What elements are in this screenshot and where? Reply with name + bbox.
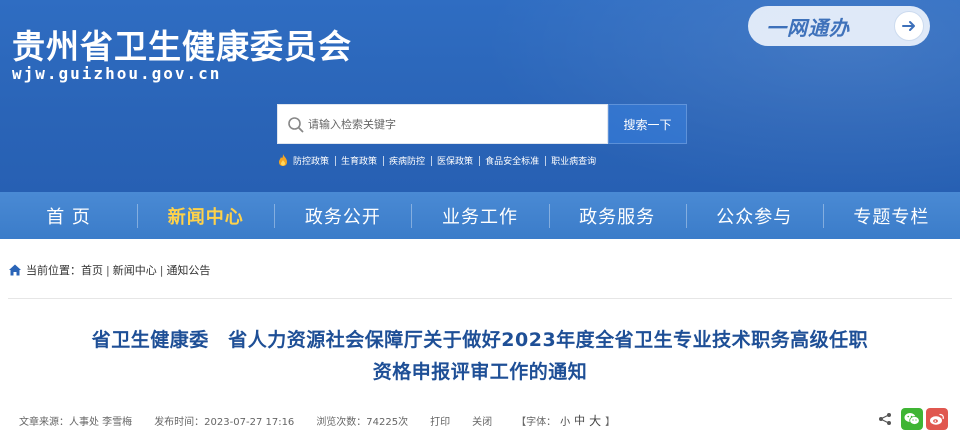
breadcrumb: 当前位置： 首页 | 新闻中心 | 通知公告 bbox=[8, 260, 210, 280]
nav-item-topics[interactable]: 专题专栏 bbox=[822, 192, 960, 239]
hot-word-item[interactable]: 医保政策 bbox=[431, 154, 479, 167]
fire-icon bbox=[279, 154, 287, 166]
hot-word-item[interactable]: 职业病查询 bbox=[545, 154, 602, 167]
search-input[interactable] bbox=[308, 105, 604, 143]
share-group bbox=[878, 408, 948, 430]
article-view-count: 浏览次数：74225次 bbox=[316, 416, 409, 428]
nav-item-home[interactable]: 首 页 bbox=[0, 192, 137, 239]
main-nav: 首 页 新闻中心 政务公开 业务工作 政务服务 公众参与 专题专栏 bbox=[0, 192, 960, 239]
one-net-button[interactable]: 一网通办 bbox=[748, 6, 930, 46]
search-icon bbox=[288, 117, 304, 133]
breadcrumb-separator: | bbox=[159, 263, 164, 277]
arrow-right-icon[interactable] bbox=[894, 11, 924, 41]
search-button[interactable]: 搜索一下 bbox=[608, 104, 687, 144]
wechat-icon[interactable] bbox=[901, 408, 923, 430]
font-size-large-button[interactable]: 大 bbox=[589, 412, 601, 429]
breadcrumb-label: 当前位置： bbox=[26, 264, 81, 277]
font-size-small-button[interactable]: 小 bbox=[560, 413, 570, 428]
article-published-time: 发布时间：2023-07-27 17:16 bbox=[154, 416, 295, 428]
font-size-medium-button[interactable]: 中 bbox=[574, 412, 585, 428]
nav-item-news[interactable]: 新闻中心 bbox=[137, 192, 274, 239]
home-icon bbox=[9, 264, 21, 276]
hot-word-item[interactable]: 防控政策 bbox=[293, 154, 335, 167]
article-meta: 文章来源：人事处 李雪梅 发布时间：2023-07-27 17:16 浏览次数：… bbox=[19, 411, 617, 429]
header-banner: 贵州省卫生健康委员会 wjw.guizhou.gov.cn 一网通办 搜索一下 … bbox=[0, 0, 960, 192]
font-size-label: 【字体： bbox=[516, 416, 557, 428]
breadcrumb-item-home[interactable]: 首页 bbox=[81, 262, 103, 278]
article-source: 文章来源：人事处 李雪梅 bbox=[19, 416, 133, 428]
hot-word-item[interactable]: 疾病防控 bbox=[383, 154, 431, 167]
search-box bbox=[277, 104, 608, 144]
share-icon[interactable] bbox=[878, 412, 892, 426]
weibo-icon[interactable] bbox=[926, 408, 948, 430]
article-title-line2: 资格申报评审工作的通知 bbox=[372, 361, 588, 383]
nav-item-participation[interactable]: 公众参与 bbox=[685, 192, 823, 239]
hot-words: 防控政策 生育政策 疾病防控 医保政策 食品安全标准 职业病查询 bbox=[277, 152, 602, 168]
divider bbox=[8, 298, 952, 299]
print-link[interactable]: 打印 bbox=[430, 413, 450, 428]
one-net-label: 一网通办 bbox=[766, 15, 850, 40]
breadcrumb-separator: | bbox=[106, 263, 110, 277]
article-title: 省卫生健康委 省人力资源社会保障厅关于做好2023年度全省卫生专业技术职务高级任… bbox=[0, 324, 960, 388]
hot-word-item[interactable]: 生育政策 bbox=[335, 154, 383, 167]
nav-item-services[interactable]: 政务服务 bbox=[548, 192, 686, 239]
site-domain: wjw.guizhou.gov.cn bbox=[12, 64, 222, 83]
font-size-close-bracket: 】 bbox=[605, 416, 616, 428]
close-link[interactable]: 关闭 bbox=[472, 413, 492, 428]
hot-word-item[interactable]: 食品安全标准 bbox=[479, 154, 545, 167]
article-title-line1: 省卫生健康委 省人力资源社会保障厅关于做好2023年度全省卫生专业技术职务高级任… bbox=[91, 329, 869, 351]
nav-item-gov-affairs[interactable]: 政务公开 bbox=[274, 192, 411, 239]
breadcrumb-item-news[interactable]: 新闻中心 bbox=[113, 262, 157, 278]
nav-item-business[interactable]: 业务工作 bbox=[411, 192, 548, 239]
site-title[interactable]: 贵州省卫生健康委员会 bbox=[12, 20, 352, 68]
breadcrumb-item-notices[interactable]: 通知公告 bbox=[166, 262, 210, 278]
font-size-control: 【字体： 小 中 大 】 bbox=[514, 412, 617, 429]
